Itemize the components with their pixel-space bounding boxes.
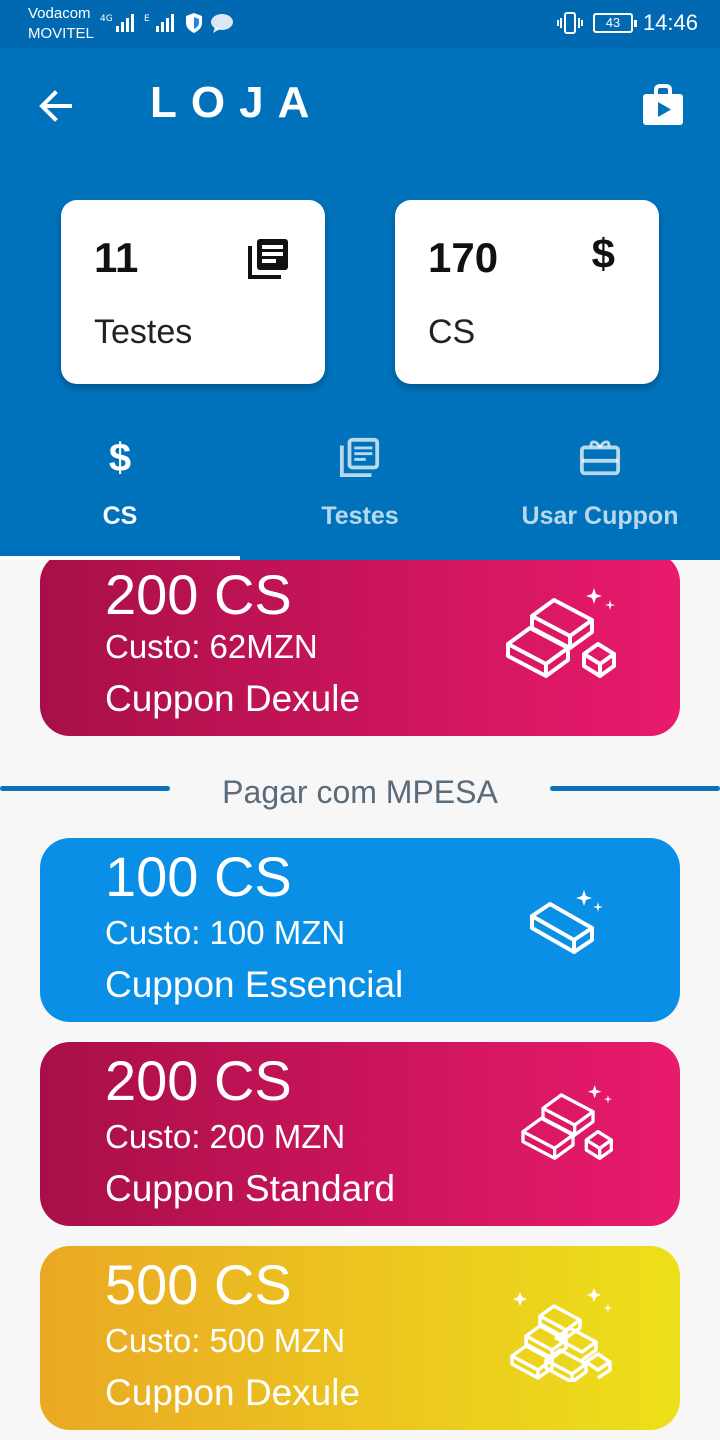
carrier-name-1: Vodacom — [28, 5, 91, 22]
coupon-amount: 500 CS — [105, 1253, 292, 1316]
network-label-1: 4G — [100, 14, 113, 24]
coupon-card-essencial[interactable]: 100 CS Custo: 100 MZN Cuppon Essencial — [40, 838, 680, 1022]
page-title: LOJA — [150, 78, 324, 127]
mpesa-divider: Pagar com MPESA — [0, 774, 720, 810]
signal-e-icon: E — [144, 14, 174, 32]
coupon-card-dexule[interactable]: 500 CS Custo: 500 MZN Cuppon Dexule — [40, 1246, 680, 1430]
signal-icons: 4G E — [100, 12, 234, 34]
tab-bar: $ CS Testes Usar Cuppon — [0, 428, 720, 560]
coupon-name: Cuppon Dexule — [105, 678, 361, 719]
coupon-name: Cuppon Essencial — [105, 964, 404, 1005]
gift-card-icon — [579, 440, 621, 476]
coupon-name: Cuppon Standard — [105, 1168, 396, 1209]
tab-usar-cuppon-label: Usar Cuppon — [521, 502, 679, 530]
signal-4g-icon: 4G — [100, 14, 134, 32]
tests-stat-card: 11 Testes — [61, 200, 325, 384]
gold-bars-6-icon — [510, 1288, 612, 1382]
divider-label: Pagar com MPESA — [222, 774, 498, 810]
coupon-amount: 100 CS — [105, 845, 292, 908]
coupon-cost: Custo: 62MZN — [105, 628, 318, 665]
status-bar: Vodacom MOVITEL 4G E 43 14:46 — [0, 0, 720, 48]
tab-cs-label: CS — [102, 502, 138, 530]
cs-stat-card: 170 $ CS — [395, 200, 659, 384]
tab-testes[interactable]: Testes — [240, 428, 480, 560]
tab-usar-cuppon[interactable]: Usar Cuppon — [480, 428, 720, 560]
coupon-cost: Custo: 500 MZN — [105, 1322, 346, 1359]
gold-bars-3-icon — [506, 588, 616, 678]
coupon-amount: 200 CS — [105, 563, 292, 626]
dollar-icon: $ — [591, 230, 615, 277]
coupon-amount: 200 CS — [105, 1049, 292, 1112]
shield-icon — [186, 13, 202, 33]
carrier-info: Vodacom MOVITEL — [28, 4, 94, 44]
dollar-icon: $ — [108, 436, 132, 480]
gold-bar-1-icon — [530, 890, 603, 954]
coupon-card-dexule-top[interactable]: 200 CS Custo: 62MZN Cuppon Dexule — [40, 560, 680, 736]
back-arrow-icon[interactable] — [34, 84, 78, 128]
library-books-icon — [248, 239, 288, 279]
play-store-bag-icon[interactable] — [640, 82, 686, 128]
coupon-cost: Custo: 100 MZN — [105, 914, 346, 951]
coupon-name: Cuppon Dexule — [105, 1372, 361, 1413]
divider-line-right — [550, 786, 720, 791]
coupon-cost: Custo: 200 MZN — [105, 1118, 346, 1155]
battery-indicator: 43 — [592, 13, 637, 33]
tests-count: 11 — [94, 234, 139, 281]
gold-bars-3-icon — [521, 1085, 613, 1160]
coupon-card-standard[interactable]: 200 CS Custo: 200 MZN Cuppon Standard — [40, 1042, 680, 1226]
cs-balance: 170 — [428, 234, 499, 281]
carrier-name-2: MOVITEL — [28, 25, 94, 42]
tab-cs[interactable]: $ CS — [0, 428, 240, 560]
status-right: 43 14:46 — [556, 10, 698, 36]
network-label-2: E — [144, 14, 150, 24]
tests-label: Testes — [94, 313, 193, 351]
header: LOJA 11 Testes 170 $ CS $ CS Testes Usar… — [0, 48, 720, 560]
tab-testes-label: Testes — [321, 502, 399, 530]
content-list[interactable]: 200 CS Custo: 62MZN Cuppon Dexule Pagar … — [0, 560, 720, 1440]
vibrate-icon — [556, 12, 583, 34]
chat-bubble-icon — [211, 14, 233, 33]
library-books-icon — [339, 437, 380, 478]
cs-label: CS — [428, 313, 476, 351]
clock: 14:46 — [642, 10, 698, 35]
